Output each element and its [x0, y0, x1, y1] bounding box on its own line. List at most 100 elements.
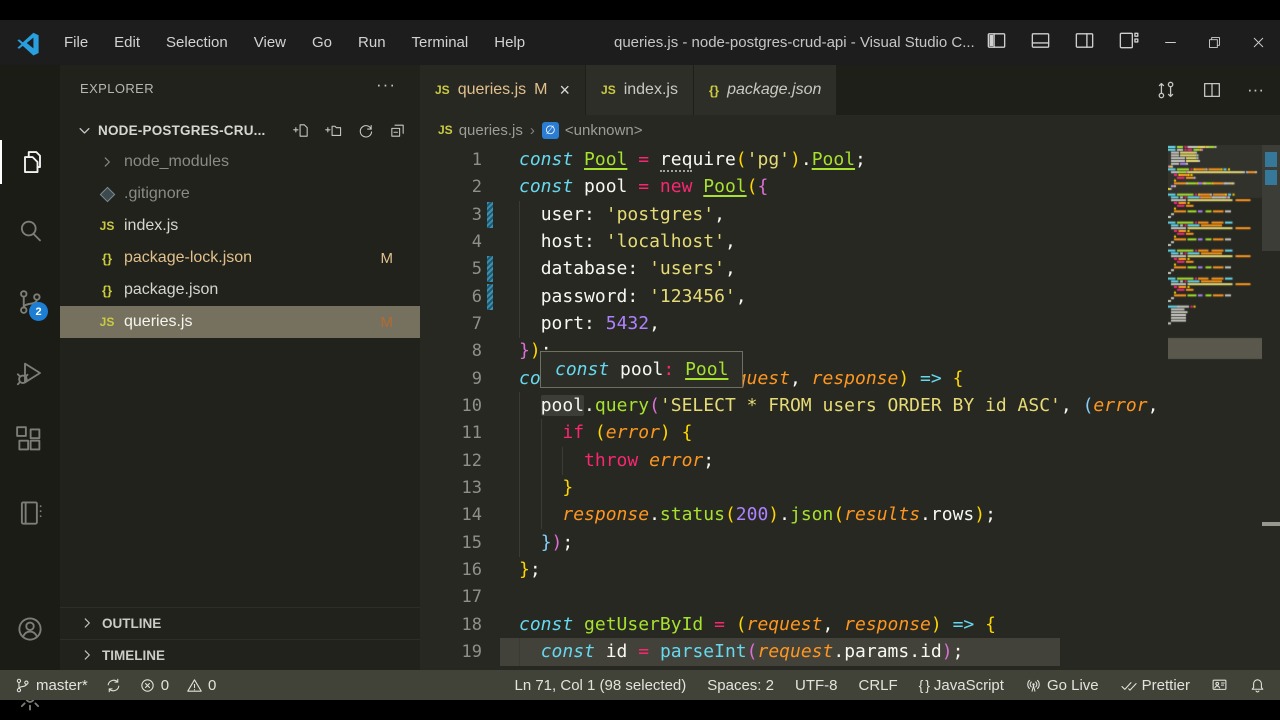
layout-sidebar-left-button[interactable] — [985, 29, 1008, 57]
code-line-9: 9const getUsers = (request, response) =>… — [420, 365, 1168, 393]
menu-edit[interactable]: Edit — [101, 20, 153, 65]
notebook-icon — [15, 498, 45, 528]
restore-button[interactable] — [1192, 20, 1236, 65]
project-section-header[interactable]: NODE-POSTGRES-CRU... — [60, 115, 420, 146]
status-sync[interactable] — [105, 677, 122, 694]
breadcrumb[interactable]: JS queries.js › ∅ <unknown> — [420, 115, 1280, 145]
minimize-button[interactable] — [1148, 20, 1192, 65]
status-go-live[interactable]: Go Live — [1025, 677, 1099, 694]
status-spaces-2[interactable]: Spaces: 2 — [707, 677, 774, 694]
file-row-queries-js[interactable]: JSqueries.jsM — [60, 306, 420, 338]
token: 'users' — [649, 258, 725, 279]
activity-bar: 2 — [0, 65, 60, 670]
status-crlf[interactable]: CRLF — [858, 677, 897, 694]
menu-run[interactable]: Run — [345, 20, 399, 65]
tab-queries-js[interactable]: JSqueries.jsM× — [420, 65, 585, 115]
file-row-node-modules[interactable]: node_modules — [60, 146, 420, 178]
close-icon[interactable]: × — [560, 81, 571, 99]
layout-controls — [985, 20, 1140, 65]
activity-extensions[interactable] — [0, 416, 60, 464]
token: . — [833, 641, 844, 662]
scrollbar[interactable] — [1262, 145, 1280, 668]
status-utf-8[interactable]: UTF-8 — [795, 677, 838, 694]
token: query — [595, 395, 649, 416]
workbench: 2 EXPLORER ··· NODE-POSTGRES-CRU... node… — [0, 65, 1280, 670]
status-javascript[interactable]: { }JavaScript — [919, 677, 1004, 694]
code-text: throw error; — [519, 447, 714, 475]
code-line-18: 18const getUserById = (request, response… — [420, 611, 1168, 639]
breadcrumb-file[interactable]: queries.js — [459, 122, 523, 139]
layout-sidebar-right-button[interactable] — [1073, 29, 1096, 57]
status-ln-71-col-1-98-selected[interactable]: Ln 71, Col 1 (98 selected) — [514, 677, 686, 694]
status-feedback[interactable] — [1211, 677, 1228, 694]
layout-customize-icon — [1117, 29, 1140, 52]
menu-help[interactable]: Help — [481, 20, 538, 65]
new-file-button[interactable] — [293, 122, 310, 139]
menu-terminal[interactable]: Terminal — [399, 20, 482, 65]
status-bell[interactable] — [1249, 677, 1266, 694]
ws — [519, 395, 541, 416]
open-changes-button[interactable] — [1155, 79, 1177, 101]
token: ; — [562, 532, 573, 553]
activity-run-debug[interactable] — [0, 349, 60, 397]
menu-view[interactable]: View — [241, 20, 299, 65]
code-line-2: 2const pool = new Pool({ — [420, 173, 1168, 201]
file-row-package-json[interactable]: {}package.json — [60, 274, 420, 306]
outline-section-header[interactable]: OUTLINE — [60, 607, 420, 638]
ws — [519, 641, 541, 662]
activity-search[interactable] — [0, 207, 60, 255]
activity-notebook[interactable] — [0, 489, 60, 537]
tab-package-json[interactable]: {}package.json — [694, 65, 836, 115]
token: , — [725, 231, 736, 252]
activity-source-control[interactable]: 2 — [0, 278, 60, 326]
menu-file[interactable]: File — [51, 20, 101, 65]
status-master[interactable]: master* — [14, 677, 88, 694]
split-editor-button[interactable] — [1201, 79, 1223, 101]
modified-mark — [1265, 170, 1277, 185]
file-row-package-lock-json[interactable]: {}package-lock.jsonM — [60, 242, 420, 274]
timeline-section-header[interactable]: TIMELINE — [60, 639, 420, 670]
more-actions-button[interactable]: ··· — [1247, 80, 1264, 100]
token — [942, 614, 953, 635]
breadcrumb-symbol[interactable]: <unknown> — [565, 122, 643, 139]
token: , — [725, 258, 736, 279]
minimap[interactable] — [1168, 145, 1262, 668]
ws — [519, 258, 541, 279]
explorer-more-actions-button[interactable]: ··· — [376, 75, 396, 95]
menu-selection[interactable]: Selection — [153, 20, 241, 65]
status-0[interactable]: 0 — [186, 677, 216, 694]
new-folder-button[interactable] — [325, 122, 342, 139]
status-prettier[interactable]: Prettier — [1120, 677, 1190, 694]
refresh-button[interactable] — [357, 122, 374, 139]
line-number: 19 — [420, 638, 482, 666]
token: } — [541, 532, 552, 553]
token: : — [627, 286, 638, 307]
file-label: .gitignore — [124, 185, 190, 203]
line-number: 16 — [420, 556, 482, 584]
file-row-index-js[interactable]: JSindex.js — [60, 210, 420, 242]
token — [974, 614, 985, 635]
status-label: 0 — [161, 677, 169, 694]
close-button[interactable] — [1236, 20, 1280, 65]
code-editor[interactable]: 1const Pool = require('pg').Pool;2const … — [420, 145, 1280, 668]
collapse-all-icon — [389, 122, 406, 139]
token — [627, 176, 638, 197]
code-line-3: 3 user: 'postgres', — [420, 201, 1168, 229]
collapse-all-button[interactable] — [389, 122, 406, 139]
code-line-16: 16}; — [420, 556, 1168, 584]
symbol-unknown-icon: ∅ — [542, 122, 559, 139]
menu-go[interactable]: Go — [299, 20, 345, 65]
layout-panel-button[interactable] — [1029, 29, 1052, 57]
git-modified-badge: M — [381, 314, 394, 331]
status-0[interactable]: 0 — [139, 677, 169, 694]
activity-accounts[interactable] — [0, 605, 60, 653]
tab-index-js[interactable]: JSindex.js — [586, 65, 693, 115]
token: = — [638, 641, 649, 662]
broadcast-icon — [1025, 677, 1042, 694]
layout-customize-button[interactable] — [1117, 29, 1140, 57]
tab-label: queries.js — [458, 81, 526, 99]
file-row--gitignore[interactable]: .gitignore — [60, 178, 420, 210]
activity-explorer[interactable] — [0, 138, 60, 186]
token: ) — [790, 149, 801, 170]
token — [595, 204, 606, 225]
